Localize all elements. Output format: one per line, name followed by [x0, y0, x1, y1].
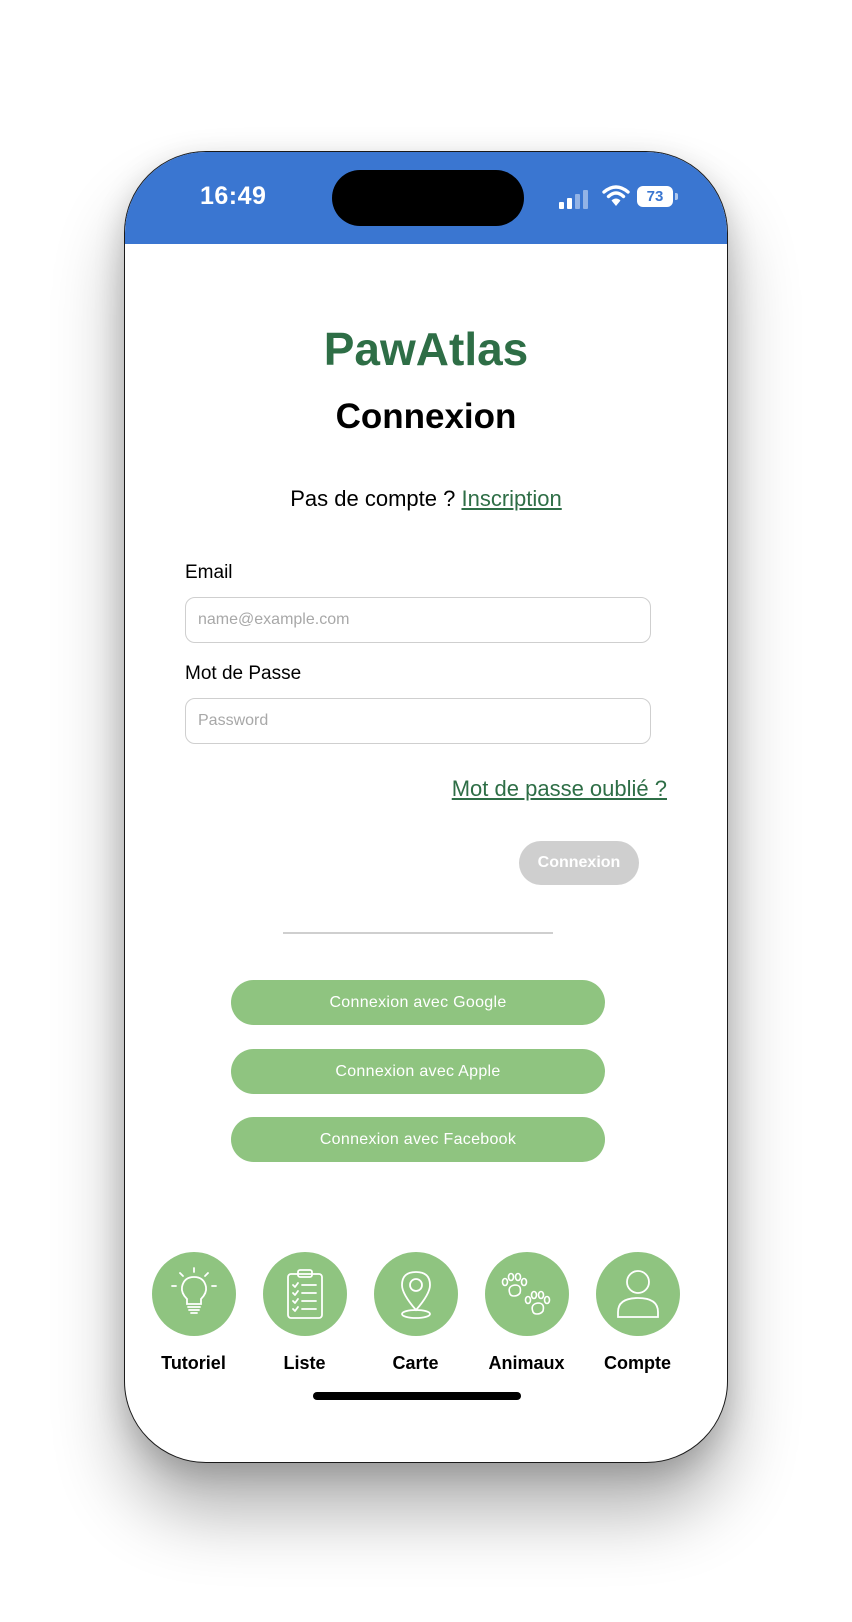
email-field[interactable] [185, 597, 651, 643]
dynamic-island [332, 170, 524, 226]
battery-icon: 73 [637, 186, 673, 207]
user-icon [616, 1270, 659, 1318]
tab-tutoriel[interactable]: Tutoriel [138, 1252, 249, 1374]
signup-prompt-text: Pas de compte ? [290, 486, 456, 511]
battery-tip [675, 193, 678, 200]
page-title: Connexion [335, 397, 517, 436]
map-pin-icon [400, 1271, 431, 1319]
signal-icon [559, 189, 591, 209]
tab-label: Liste [283, 1353, 326, 1373]
password-field[interactable] [185, 698, 651, 744]
google-login-button[interactable]: Connexion avec Google [231, 980, 605, 1025]
apple-login-button[interactable]: Connexion avec Apple [231, 1049, 605, 1094]
tab-animaux[interactable]: Animaux [471, 1252, 582, 1374]
tab-liste[interactable]: Liste [249, 1252, 360, 1374]
divider [283, 932, 553, 934]
tab-label: Tutoriel [161, 1353, 226, 1373]
tab-label: Carte [392, 1353, 439, 1373]
tab-bar: Tutoriel Liste Carte Animaux Compte [125, 1252, 727, 1382]
status-time: 16:49 [200, 182, 267, 210]
tab-compte[interactable]: Compte [582, 1252, 693, 1374]
tab-icon-circle [262, 1252, 347, 1336]
login-button[interactable]: Connexion [519, 841, 639, 885]
facebook-login-button[interactable]: Connexion avec Facebook [231, 1117, 605, 1162]
lightbulb-icon [170, 1267, 217, 1314]
tab-icon-circle [484, 1252, 569, 1336]
home-indicator [313, 1392, 521, 1400]
password-label: Mot de Passe [185, 663, 302, 684]
tab-icon-circle [151, 1252, 236, 1336]
tab-icon-circle [595, 1252, 680, 1336]
signup-link[interactable]: Inscription [461, 486, 561, 511]
status-bar: 16:49 73 [125, 152, 727, 244]
tab-icon-circle [373, 1252, 458, 1336]
tab-carte[interactable]: Carte [360, 1252, 471, 1374]
clipboard-list-icon [286, 1269, 323, 1319]
phone-frame: 16:49 73 PawAtlas Connexion Pas de compt… [124, 151, 728, 1463]
wifi-icon [602, 185, 630, 206]
app-title: PawAtlas [323, 323, 529, 375]
signup-prompt: Pas de compte ? Inscription [125, 486, 727, 512]
tab-label: Animaux [488, 1353, 565, 1373]
email-label: Email [185, 562, 233, 583]
tab-label: Compte [604, 1353, 671, 1373]
paw-prints-icon [501, 1272, 550, 1315]
forgot-password-link[interactable]: Mot de passe oublié ? [452, 776, 667, 802]
